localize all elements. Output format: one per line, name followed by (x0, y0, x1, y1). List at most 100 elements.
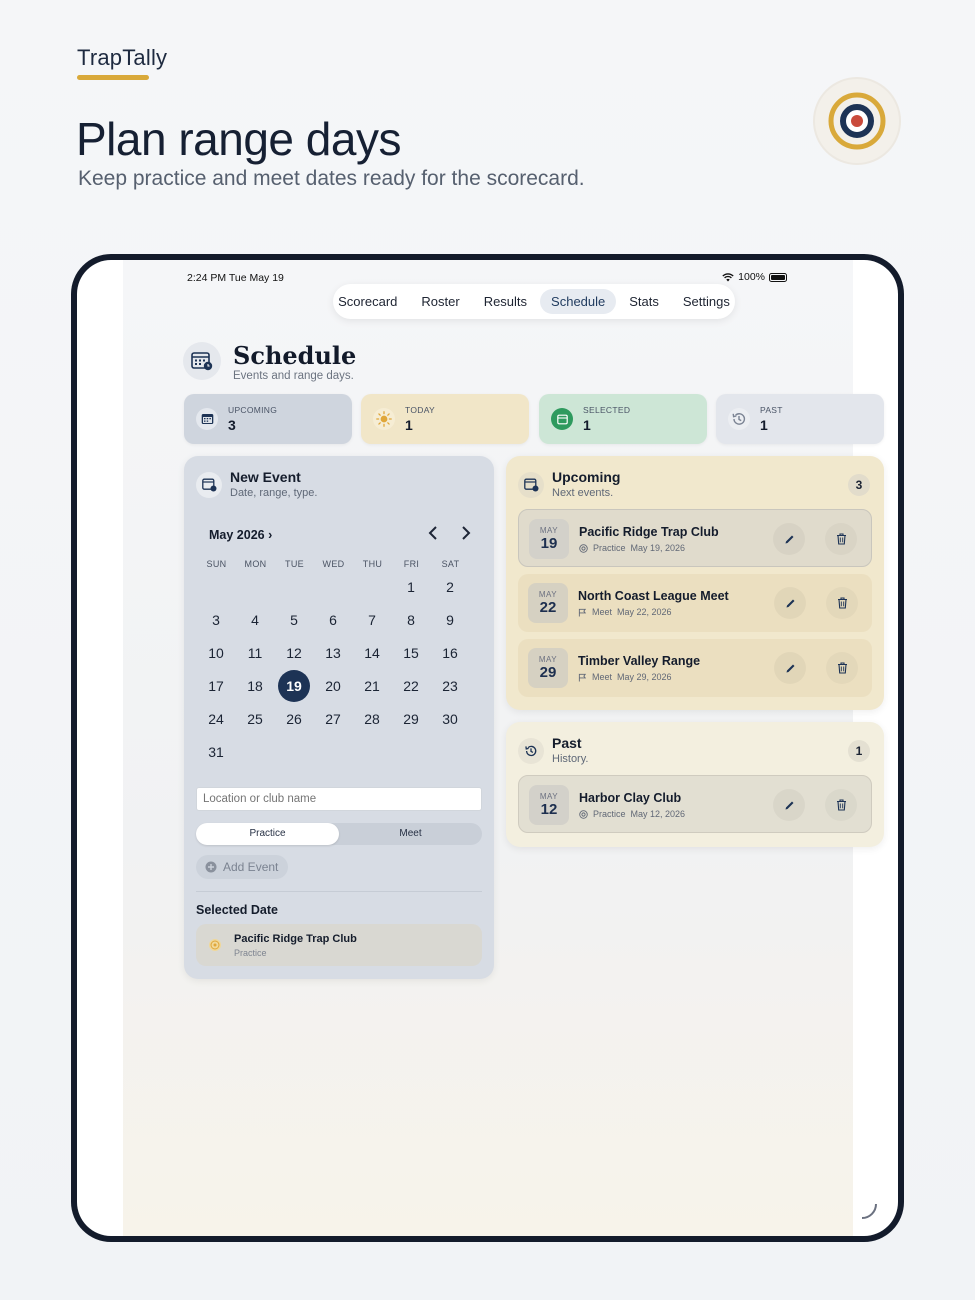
calendar-month-button[interactable]: May 2026 › (209, 528, 272, 542)
event-meta: Practice May 12, 2026 (579, 809, 685, 819)
stat-selected[interactable]: SELECTED 1 (539, 394, 707, 444)
calendar-day[interactable]: 23 (434, 670, 466, 702)
event-date: May 12, 2026 (630, 809, 686, 819)
chevron-right-icon: › (268, 528, 273, 542)
event-type-segmented-control[interactable]: Practice Meet (196, 823, 482, 845)
stat-today[interactable]: TODAY 1 (361, 394, 529, 444)
past-title: Past (552, 735, 582, 751)
battery-percent: 100% (738, 271, 765, 283)
calendar-day[interactable]: 7 (356, 604, 388, 636)
calendar-day-selected[interactable]: 19 (278, 670, 310, 702)
event-date-badge: MAY 12 (529, 785, 569, 825)
new-event-panel: New Event Date, range, type. May 2026 › … (184, 456, 494, 979)
calendar-day[interactable]: 22 (395, 670, 427, 702)
tab-scorecard[interactable]: Scorecard (327, 289, 408, 314)
tab-stats[interactable]: Stats (618, 289, 670, 314)
delete-event-button[interactable] (825, 523, 857, 555)
event-row[interactable]: MAY 29 Timber Valley Range Meet May 29, 2… (518, 639, 872, 697)
event-meta: Meet May 22, 2026 (578, 607, 672, 617)
calendar-day[interactable]: 17 (200, 670, 232, 702)
event-date-badge: MAY 19 (529, 519, 569, 559)
delete-event-button[interactable] (825, 789, 857, 821)
calendar-day[interactable]: 12 (278, 637, 310, 669)
event-day: 29 (539, 664, 557, 681)
calendar-day[interactable]: 24 (200, 703, 232, 735)
calendar-day[interactable]: 13 (317, 637, 349, 669)
calendar-day[interactable]: 21 (356, 670, 388, 702)
stat-past[interactable]: PAST 1 (716, 394, 884, 444)
upcoming-panel: Upcoming Next events. 3 MAY 19 Pacific Ri… (506, 456, 884, 710)
weekday-label: WED (322, 559, 345, 569)
location-input[interactable] (196, 787, 482, 811)
trash-icon (837, 662, 847, 674)
stat-upcoming[interactable]: UPCOMING 3 (184, 394, 352, 444)
event-meta: Practice May 19, 2026 (579, 543, 685, 553)
app-content: 2:24 PM Tue May 19 100% Scorecard Roster… (123, 260, 884, 1236)
segment-meet[interactable]: Meet (339, 823, 482, 845)
calendar-day[interactable]: 8 (395, 604, 427, 636)
calendar-day[interactable]: 6 (317, 604, 349, 636)
edit-event-button[interactable] (773, 789, 805, 821)
calendar-day[interactable]: 30 (434, 703, 466, 735)
calendar-day[interactable]: 9 (434, 604, 466, 636)
event-type: Meet (592, 672, 613, 682)
selected-event-card[interactable]: Pacific Ridge Trap Club Practice (196, 924, 482, 966)
upcoming-title: Upcoming (552, 469, 621, 485)
calendar-day[interactable]: 28 (356, 703, 388, 735)
event-day: 22 (539, 599, 557, 616)
weekday-label: TUE (285, 559, 304, 569)
tab-bar: Scorecard Roster Results Schedule Stats … (333, 284, 735, 319)
event-month: MAY (539, 792, 559, 801)
pencil-icon (785, 535, 793, 543)
tab-roster[interactable]: Roster (410, 289, 470, 314)
calendar-day[interactable]: 2 (434, 571, 466, 603)
past-count-badge: 1 (848, 740, 870, 762)
calendar-day[interactable]: 18 (239, 670, 271, 702)
event-row[interactable]: MAY 22 North Coast League Meet Meet May 2… (518, 574, 872, 632)
weekday-label: SUN (206, 559, 227, 569)
stat-past-label: PAST (760, 405, 783, 415)
tab-schedule[interactable]: Schedule (540, 289, 617, 314)
edit-event-button[interactable] (774, 587, 806, 619)
calendar-day[interactable]: 16 (434, 637, 466, 669)
prev-month-button[interactable] (428, 526, 438, 545)
page-title: Schedule (233, 341, 357, 370)
calendar-day[interactable]: 4 (239, 604, 271, 636)
resize-corner-icon (861, 1203, 877, 1219)
calendar-day[interactable]: 29 (395, 703, 427, 735)
pencil-icon (786, 599, 794, 607)
hero-brand-underline (77, 75, 149, 80)
tab-settings[interactable]: Settings (672, 289, 741, 314)
calendar-day[interactable]: 20 (317, 670, 349, 702)
event-meta: Meet May 29, 2026 (578, 672, 672, 682)
edit-event-button[interactable] (774, 652, 806, 684)
calendar-day[interactable]: 31 (200, 736, 232, 768)
calendar-day[interactable]: 1 (395, 571, 427, 603)
edit-event-button[interactable] (773, 523, 805, 555)
calendar-day[interactable]: 26 (278, 703, 310, 735)
weekday-label: FRI (403, 559, 420, 569)
event-name: North Coast League Meet (578, 589, 729, 603)
calendar-day[interactable]: 11 (239, 637, 271, 669)
calendar-day[interactable]: 14 (356, 637, 388, 669)
event-row[interactable]: MAY 19 Pacific Ridge Trap Club Practice M… (518, 509, 872, 567)
hero-brand: TrapTally (77, 45, 168, 70)
next-month-button[interactable] (461, 526, 471, 545)
calendar-day[interactable]: 5 (278, 604, 310, 636)
event-row[interactable]: MAY 12 Harbor Clay Club Practice May 12, … (518, 775, 872, 833)
delete-event-button[interactable] (826, 587, 858, 619)
calendar-day[interactable]: 25 (239, 703, 271, 735)
target-logo-icon (815, 79, 899, 163)
calendar-day[interactable]: 10 (200, 637, 232, 669)
calendar-day[interactable]: 15 (395, 637, 427, 669)
calendar-day[interactable]: 27 (317, 703, 349, 735)
upcoming-subtitle: Next events. (552, 487, 614, 499)
calendar-day[interactable]: 3 (200, 604, 232, 636)
add-event-button[interactable]: Add Event (196, 855, 288, 879)
chevron-right-icon (462, 526, 471, 540)
pencil-icon (786, 664, 794, 672)
trash-icon (836, 533, 846, 545)
segment-practice[interactable]: Practice (196, 823, 339, 845)
tab-results[interactable]: Results (473, 289, 538, 314)
delete-event-button[interactable] (826, 652, 858, 684)
